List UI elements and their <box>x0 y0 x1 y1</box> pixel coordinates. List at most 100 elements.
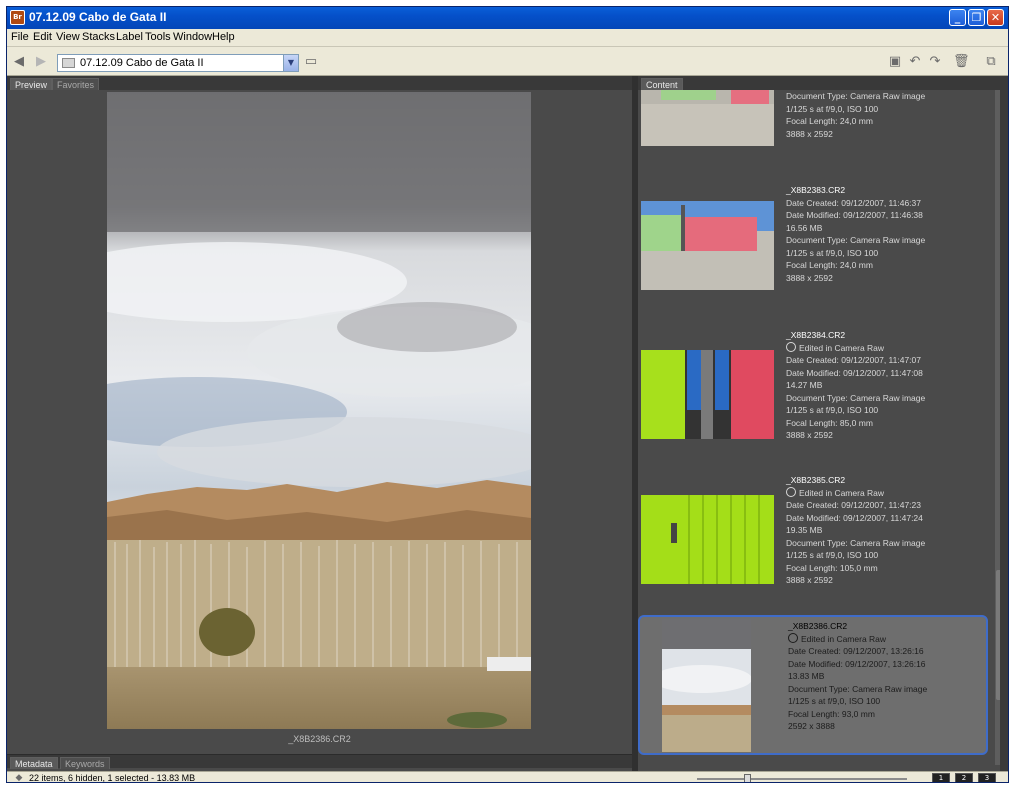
path-dropdown[interactable]: 07.12.09 Cabo de Gata II ▼ <box>57 54 299 72</box>
tab-metadata[interactable]: Metadata <box>10 757 58 769</box>
date-created: Date Created: 09/12/2007, 13:26:16 <box>788 646 924 656</box>
tab-content[interactable]: Content <box>641 78 683 90</box>
menu-tools[interactable]: Tools <box>145 31 171 43</box>
window-edge <box>1000 76 1008 771</box>
item-info: _X8B2383.CR2 Date Created: 09/12/2007, 1… <box>786 184 925 284</box>
thumbnail <box>641 201 774 290</box>
thumbnail <box>641 90 774 146</box>
exposure: 1/125 s at f/9,0, ISO 100 <box>788 696 881 706</box>
exposure: 1/125 s at f/9,0, ISO 100 <box>786 405 879 415</box>
doc-type: Document Type: Camera Raw image <box>786 537 926 548</box>
rotate-right-icon[interactable]: ↷ <box>927 54 943 70</box>
view-button-1[interactable]: 1 <box>932 773 950 782</box>
date-modified: Date Modified: 09/12/2007, 11:47:24 <box>786 512 923 523</box>
bridge-window: Br 07.12.09 Cabo de Gata II _ ❐ ✕ File E… <box>6 6 1009 783</box>
trash-icon[interactable]: 🗑 <box>953 54 970 70</box>
file-size: 14.27 MB <box>786 380 823 390</box>
dimensions: 3888 x 2592 <box>786 272 833 283</box>
preview-image <box>107 92 531 729</box>
minimize-button[interactable]: _ <box>949 9 966 26</box>
folder-icon <box>62 58 75 68</box>
thumbnail <box>641 350 774 439</box>
preview-area: _X8B2386.CR2 <box>11 90 628 750</box>
thumbnail-size-slider[interactable] <box>697 778 907 780</box>
date-created: Date Created: 09/12/2007, 11:47:23 <box>786 500 921 510</box>
toolbar: ◀ ▶ 07.12.09 Cabo de Gata II ▼ ▭ ▣ ↶ ↷ 🗑… <box>7 47 1008 76</box>
doc-type: Document Type: Camera Raw image <box>786 392 926 403</box>
window-title: 07.12.09 Cabo de Gata II <box>29 10 167 24</box>
tab-preview[interactable]: Preview <box>10 78 53 90</box>
content-list: Document Type: Camera Raw image 1/125 s … <box>638 90 995 765</box>
preview-panel: Preview Favorites _X8B2386.CR2 Metadata … <box>7 76 632 771</box>
bridge-app-icon: Br <box>10 10 25 25</box>
forward-arrow-icon[interactable]: ▶ <box>33 54 49 70</box>
file-name: _X8B2384.CR2 <box>786 330 846 340</box>
close-button[interactable]: ✕ <box>987 9 1004 26</box>
doc-type: Document Type: Camera Raw image <box>788 683 928 694</box>
menu-edit[interactable]: Edit <box>33 31 52 43</box>
chevron-down-icon[interactable]: ▼ <box>283 55 298 71</box>
new-folder-icon[interactable]: ▣ <box>887 54 903 70</box>
date-created: Date Created: 09/12/2007, 11:47:07 <box>786 355 921 365</box>
doc-type: Document Type: Camera Raw image <box>786 91 926 101</box>
menu-bar: File Edit View Stacks Label Tools Window… <box>7 29 1008 47</box>
dimensions: 3888 x 2592 <box>786 430 833 440</box>
content-item[interactable]: _X8B2384.CR2 Edited in Camera Raw Date C… <box>638 329 988 471</box>
camera-raw-badge: Edited in Camera Raw <box>786 487 925 500</box>
focal-length: Focal Length: 24,0 mm <box>786 260 873 270</box>
menu-stacks[interactable]: Stacks <box>82 31 115 43</box>
item-info: _X8B2385.CR2 Edited in Camera Raw Date C… <box>786 474 925 587</box>
doc-type: Document Type: Camera Raw image <box>786 235 926 245</box>
file-size: 19.35 MB <box>786 525 823 535</box>
focal-length: Focal Length: 85,0 mm <box>786 417 873 428</box>
back-arrow-icon[interactable]: ◀ <box>11 54 27 70</box>
menu-file[interactable]: File <box>11 31 29 43</box>
content-item[interactable]: Document Type: Camera Raw image 1/125 s … <box>638 90 988 184</box>
preview-tabs: Preview Favorites <box>7 76 632 90</box>
dimensions: 2592 x 3888 <box>788 721 835 731</box>
path-text: 07.12.09 Cabo de Gata II <box>80 57 204 69</box>
rotate-left-icon[interactable]: ↶ <box>907 54 923 70</box>
file-size: 16.56 MB <box>786 222 823 233</box>
content-item-selected[interactable]: _X8B2386.CR2 Edited in Camera Raw Date C… <box>638 615 988 755</box>
exposure: 1/125 s at f/9,0, ISO 100 <box>786 550 879 560</box>
exposure: 1/125 s at f/9,0, ISO 100 <box>786 247 879 258</box>
content-item[interactable]: _X8B2383.CR2 Date Created: 09/12/2007, 1… <box>638 184 988 326</box>
compact-mode-icon[interactable]: ⧉ <box>983 54 999 70</box>
camera-raw-badge: Edited in Camera Raw <box>788 633 927 646</box>
slider-knob[interactable] <box>744 774 751 782</box>
dimensions: 3888 x 2592 <box>786 575 833 585</box>
tab-keywords[interactable]: Keywords <box>60 757 110 769</box>
view-button-2[interactable]: 2 <box>955 773 973 782</box>
focal-length: Focal Length: 93,0 mm <box>788 708 875 719</box>
file-name: _X8B2383.CR2 <box>786 185 846 195</box>
preview-caption: _X8B2386.CR2 <box>288 734 351 744</box>
exposure: 1/125 s at f/9,0, ISO 100 <box>786 103 879 114</box>
item-info: _X8B2386.CR2 Edited in Camera Raw Date C… <box>788 620 927 733</box>
metadata-tabs: Metadata Keywords <box>7 754 632 769</box>
content-panel: Content Document Type: Camera Raw image … <box>638 76 1005 771</box>
menu-window[interactable]: Window <box>173 31 212 43</box>
menu-view[interactable]: View <box>56 31 80 43</box>
date-modified: Date Modified: 09/12/2007, 11:47:08 <box>786 367 923 378</box>
item-info: Document Type: Camera Raw image 1/125 s … <box>786 90 925 140</box>
view-button-3[interactable]: 3 <box>978 773 996 782</box>
tab-favorites[interactable]: Favorites <box>52 78 100 90</box>
date-modified: Date Modified: 09/12/2007, 13:26:16 <box>788 658 926 669</box>
thumbnail <box>641 495 774 584</box>
reveal-folder-icon[interactable]: ▭ <box>303 54 319 70</box>
date-modified: Date Modified: 09/12/2007, 11:46:38 <box>786 210 923 220</box>
focal-length: Focal Length: 105,0 mm <box>786 562 878 573</box>
restore-button[interactable]: ❐ <box>968 9 985 26</box>
file-name: _X8B2386.CR2 <box>788 621 848 631</box>
file-size: 13.83 MB <box>788 671 825 681</box>
thumbnail <box>662 619 751 752</box>
menu-help[interactable]: Help <box>212 31 235 43</box>
menu-label[interactable]: Label <box>116 31 143 43</box>
focal-length: Focal Length: 24,0 mm <box>786 116 873 126</box>
date-created: Date Created: 09/12/2007, 11:46:37 <box>786 197 921 208</box>
dimensions: 3888 x 2592 <box>786 128 833 139</box>
content-item[interactable]: _X8B2385.CR2 Edited in Camera Raw Date C… <box>638 474 988 616</box>
toggle-panels-icon[interactable]: ◆ <box>11 770 27 782</box>
title-bar: Br 07.12.09 Cabo de Gata II _ ❐ ✕ <box>7 7 1008 29</box>
